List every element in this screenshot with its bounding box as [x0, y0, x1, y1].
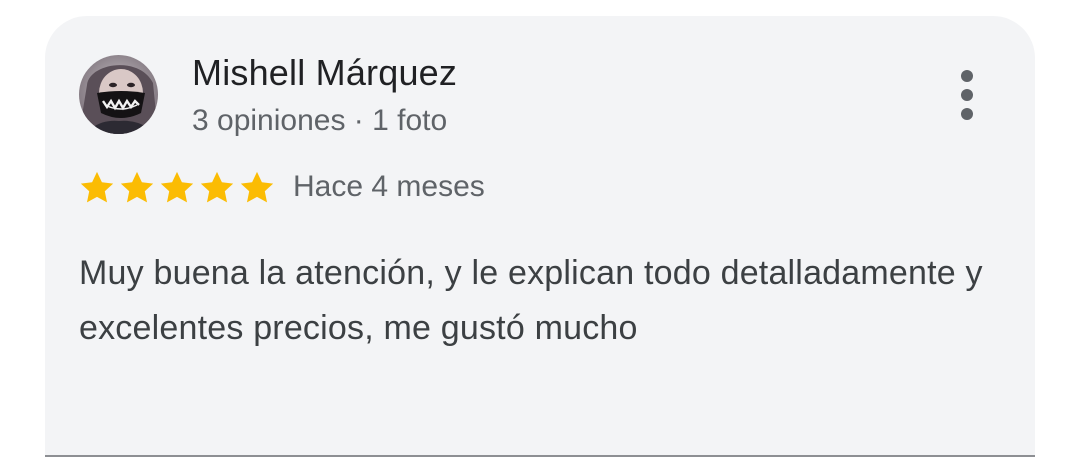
menu-dot — [961, 70, 973, 82]
author-meta: 3 opiniones · 1 foto — [192, 104, 448, 137]
review-time: Hace 4 meses — [293, 170, 485, 203]
star-icon — [158, 169, 196, 207]
star-icon — [238, 169, 276, 207]
more-options-icon[interactable] — [950, 68, 984, 122]
star-rating — [78, 168, 278, 208]
review-text: Muy buena la atención, y le explican tod… — [79, 254, 983, 347]
star-icon — [198, 169, 236, 207]
menu-dot — [961, 89, 973, 101]
author-avatar[interactable] — [79, 55, 158, 134]
star-icon — [118, 169, 156, 207]
menu-dot — [961, 108, 973, 120]
star-icon — [78, 169, 116, 207]
review-card: Mishell Márquez 3 opiniones · 1 foto Hac… — [45, 16, 1035, 457]
author-name[interactable]: Mishell Márquez — [192, 52, 457, 94]
